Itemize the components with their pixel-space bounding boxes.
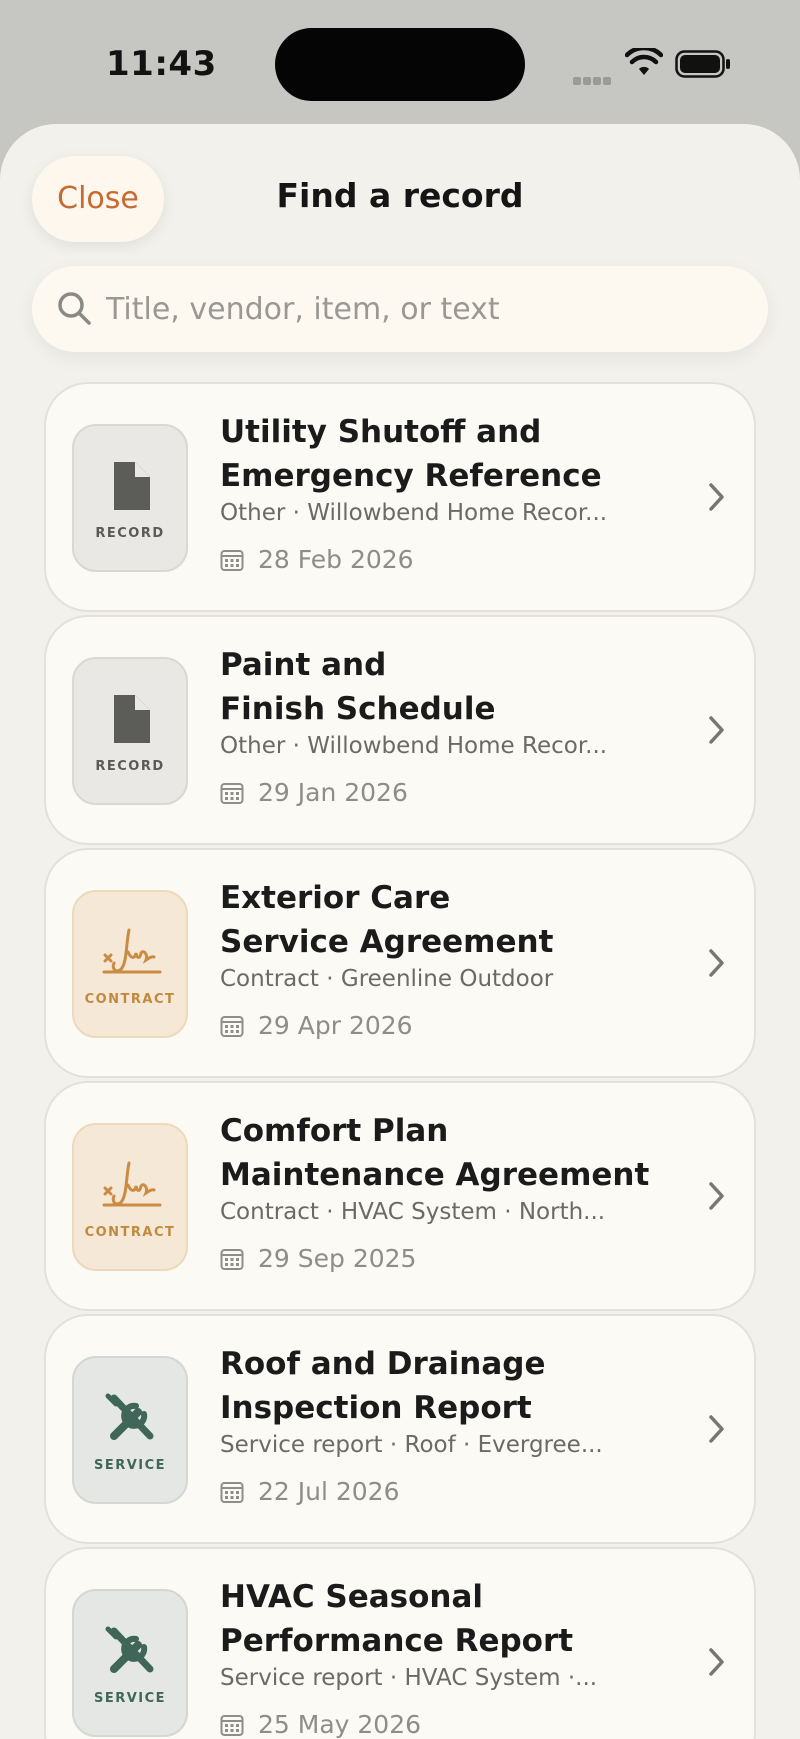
record-title: Utility Shutoff and Emergency Reference — [220, 414, 602, 494]
record-thumbnail: CONTRACT — [72, 1123, 188, 1271]
record-type-badge: SERVICE — [93, 1458, 167, 1473]
chevron-right-icon — [709, 483, 724, 511]
record-thumbnail: RECORD — [72, 657, 188, 805]
cellular-signal-icon — [573, 70, 613, 85]
record-date: 25 May 2026 — [258, 1710, 422, 1739]
record-date-row: 28 Feb 2026 — [220, 545, 414, 574]
status-bar: 11:43 — [0, 0, 800, 125]
calendar-icon — [220, 1016, 244, 1037]
record-meta: Other · Willowbend Home Recor... — [220, 733, 608, 759]
record-card[interactable]: SERVICE HVAC Seasonal Performance Report … — [44, 1547, 756, 1739]
tools-icon — [105, 1393, 154, 1440]
chevron-right-icon — [709, 949, 724, 977]
record-card[interactable]: CONTRACT Exterior Care Service Agreement … — [44, 848, 756, 1078]
record-type-badge: RECORD — [95, 526, 165, 541]
record-card[interactable]: SERVICE Roof and Drainage Inspection Repo… — [44, 1314, 756, 1544]
signature-icon — [102, 928, 162, 974]
calendar-icon — [220, 1482, 244, 1503]
page-title: Find a record — [276, 176, 524, 215]
record-thumbnail: CONTRACT — [72, 890, 188, 1038]
record-list: RECORD Utility Shutoff and Emergency Refe… — [44, 382, 756, 1739]
record-meta: Other · Willowbend Home Recor... — [220, 500, 608, 526]
document-icon — [114, 695, 150, 743]
chevron-right-icon — [709, 1648, 724, 1676]
record-card[interactable]: CONTRACT Comfort Plan Maintenance Agreeme… — [44, 1081, 756, 1311]
document-icon — [114, 462, 150, 510]
search-bar[interactable] — [32, 266, 768, 352]
record-title: Comfort Plan Maintenance Agreement — [220, 1113, 650, 1193]
calendar-icon — [220, 1715, 244, 1736]
search-icon — [58, 292, 91, 325]
calendar-icon — [220, 783, 244, 804]
record-date-row: 22 Jul 2026 — [220, 1477, 400, 1506]
record-title: Paint and Finish Schedule — [220, 647, 496, 727]
record-meta: Contract · HVAC System · North... — [220, 1199, 606, 1225]
record-card[interactable]: RECORD Utility Shutoff and Emergency Refe… — [44, 382, 756, 612]
search-sheet: Close Find a record RECORD Utility Shuto… — [0, 124, 800, 1739]
record-meta: Service report · HVAC System ·... — [220, 1665, 598, 1691]
record-meta: Contract · Greenline Outdoor — [220, 966, 554, 992]
record-type-badge: SERVICE — [93, 1691, 167, 1706]
tools-icon — [105, 1626, 154, 1673]
record-date: 22 Jul 2026 — [258, 1477, 400, 1506]
record-date-row: 29 Sep 2025 — [220, 1244, 416, 1273]
status-time: 11:43 — [106, 44, 217, 84]
close-button[interactable]: Close — [32, 156, 164, 242]
chevron-right-icon — [709, 1182, 724, 1210]
record-meta: Service report · Roof · Evergree... — [220, 1432, 603, 1458]
dynamic-island — [275, 28, 525, 101]
record-type-badge: CONTRACT — [84, 1225, 176, 1240]
record-card[interactable]: RECORD Paint and Finish Schedule Other · … — [44, 615, 756, 845]
record-title: Exterior Care Service Agreement — [220, 880, 554, 960]
record-title: Roof and Drainage Inspection Report — [220, 1346, 546, 1426]
signature-icon — [102, 1161, 162, 1207]
record-thumbnail: SERVICE — [72, 1589, 188, 1737]
battery-icon — [675, 50, 730, 78]
record-thumbnail: SERVICE — [72, 1356, 188, 1504]
wifi-icon — [625, 48, 663, 75]
record-date-row: 25 May 2026 — [220, 1710, 421, 1739]
calendar-icon — [220, 1249, 244, 1270]
record-thumbnail: RECORD — [72, 424, 188, 572]
record-date-row: 29 Jan 2026 — [220, 778, 408, 807]
record-type-badge: CONTRACT — [84, 992, 176, 1007]
record-title: HVAC Seasonal Performance Report — [220, 1579, 574, 1659]
record-date-row: 29 Apr 2026 — [220, 1011, 413, 1040]
calendar-icon — [220, 550, 244, 571]
record-date: 28 Feb 2026 — [258, 545, 414, 574]
record-type-badge: RECORD — [95, 759, 165, 774]
record-date: 29 Apr 2026 — [258, 1011, 413, 1040]
search-input[interactable] — [106, 266, 746, 352]
chevron-right-icon — [709, 1415, 724, 1443]
chevron-right-icon — [709, 716, 724, 744]
record-date: 29 Jan 2026 — [258, 778, 408, 807]
record-date: 29 Sep 2025 — [258, 1244, 417, 1273]
